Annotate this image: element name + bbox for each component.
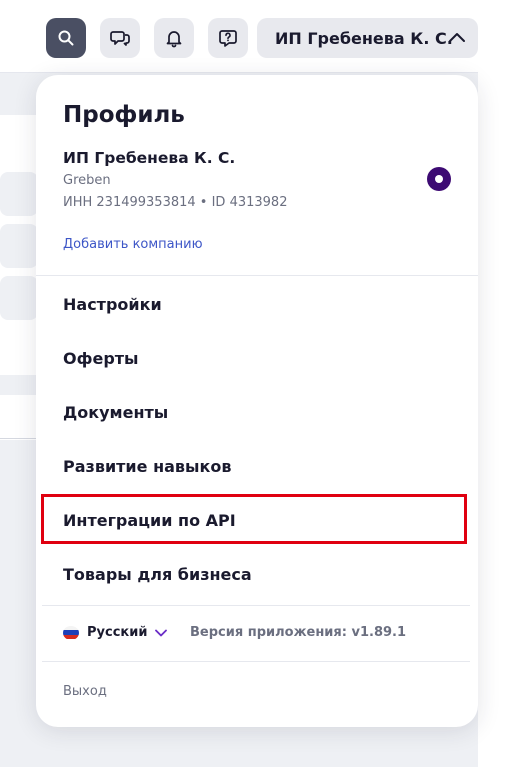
- menu-item-business-goods[interactable]: Товары для бизнеса: [63, 565, 252, 584]
- help-chat-icon: [219, 30, 237, 47]
- bell-icon: [166, 31, 182, 48]
- search-button[interactable]: [46, 18, 86, 58]
- divider: [42, 605, 470, 606]
- background-tile: [0, 276, 38, 320]
- app-version: Версия приложения: v1.89.1: [190, 625, 407, 640]
- support-button[interactable]: [208, 18, 248, 58]
- menu-item-offers[interactable]: Оферты: [63, 349, 139, 368]
- user-menu-button[interactable]: ИП Гребенева К. С.: [257, 18, 478, 58]
- company-ids: ИНН 231499353814 • ID 4313982: [63, 195, 288, 210]
- divider: [42, 661, 470, 662]
- language-label: Русский: [87, 625, 148, 640]
- profile-dropdown: Профиль ИП Гребенева К. С. Greben ИНН 23…: [36, 75, 478, 727]
- background-strip: [0, 375, 40, 395]
- notifications-button[interactable]: [154, 18, 194, 58]
- chevron-up-icon: [449, 33, 465, 42]
- search-icon: [58, 30, 74, 46]
- russian-flag-icon: [63, 625, 79, 640]
- menu-item-skills[interactable]: Развитие навыков: [63, 457, 231, 476]
- chat-button[interactable]: [100, 18, 140, 58]
- language-selector[interactable]: Русский: [63, 625, 168, 640]
- company-login: Greben: [63, 173, 111, 188]
- chat-icon: [110, 31, 130, 46]
- logout-link[interactable]: Выход: [63, 684, 107, 699]
- company-name: ИП Гребенева К. С.: [63, 149, 236, 167]
- add-company-link[interactable]: Добавить компанию: [63, 237, 203, 252]
- profile-title: Профиль: [63, 102, 185, 128]
- background-right-panel: [478, 72, 505, 767]
- menu-item-settings[interactable]: Настройки: [63, 295, 162, 314]
- user-menu-label: ИП Гребенева К. С.: [275, 28, 453, 48]
- menu-item-documents[interactable]: Документы: [63, 403, 168, 422]
- highlight-box: [41, 494, 467, 544]
- company-selected-radio[interactable]: [427, 167, 451, 191]
- divider: [36, 275, 478, 276]
- background-tile: [0, 172, 38, 216]
- background-tile: [0, 224, 38, 268]
- background-divider: [0, 438, 40, 439]
- chevron-down-icon: [155, 629, 168, 636]
